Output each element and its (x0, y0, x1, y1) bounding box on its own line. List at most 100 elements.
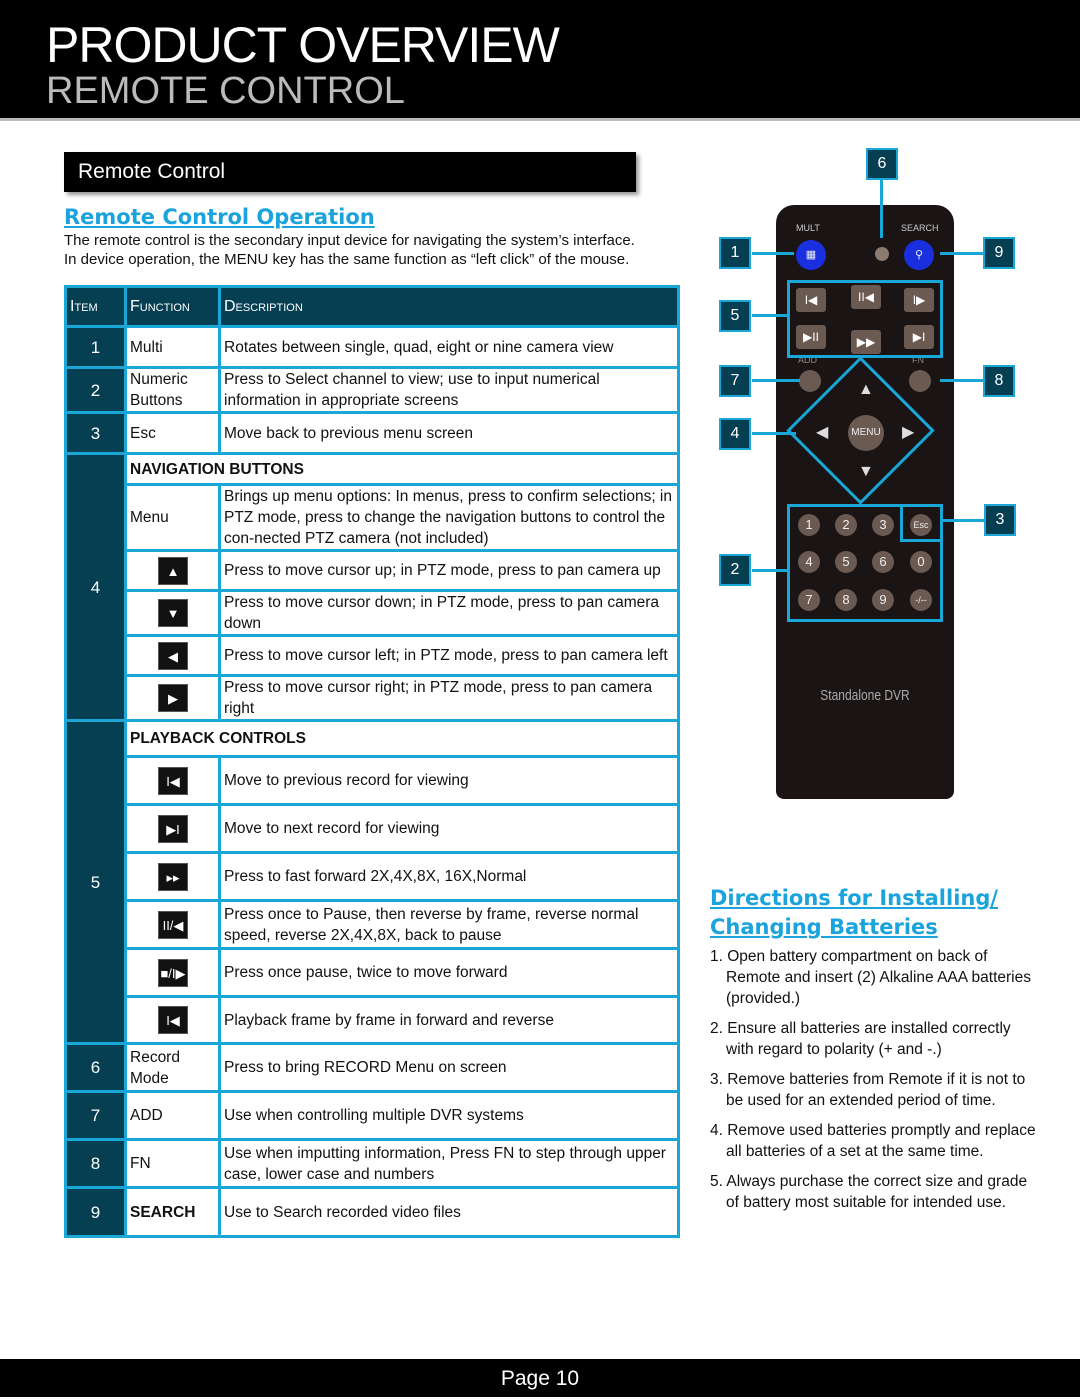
frame-icon: I◀ (158, 1006, 188, 1034)
esc-highlight (900, 504, 943, 542)
description: Move back to previous menu screen (218, 411, 680, 455)
function: FN (124, 1138, 221, 1189)
right-arrow-icon: ▶ (158, 684, 188, 712)
function: Multi (124, 325, 221, 369)
item-number: 6 (64, 1042, 127, 1093)
function: Menu (124, 483, 221, 552)
callout-6: 6 (866, 148, 898, 180)
previous-icon: I◀ (158, 766, 188, 795)
col-description: Description (218, 285, 680, 328)
function: Esc (124, 411, 221, 455)
table-row: ▶I Move to next record for viewing (66, 803, 680, 854)
table-row: ◀ Press to move cursor left; in PTZ mode,… (66, 634, 680, 677)
callout-7: 7 (719, 365, 751, 397)
subheading: NAVIGATION BUTTONS (124, 452, 680, 486)
intro-line: In device operation, the MENU key has th… (64, 251, 630, 268)
page-header: PRODUCT OVERVIEW REMOTE CONTROL (0, 0, 1080, 121)
list-item: 3. Remove batteries from Remote if it is… (710, 1071, 1026, 1109)
description: Use when imputting information, Press FN… (218, 1138, 680, 1189)
multi-icon: ▦ (796, 240, 826, 270)
description: Brings up menu options: In menus, press … (218, 483, 680, 552)
playback-highlight (787, 280, 943, 358)
heading-line: Changing Batteries (710, 915, 938, 939)
table-row: 4 NAVIGATION BUTTONS (64, 452, 680, 722)
left-arrow-icon: ◀ (158, 641, 188, 670)
item-number: 7 (64, 1090, 127, 1141)
page-subtitle: REMOTE CONTROL (46, 70, 405, 112)
item-number: 4 (64, 452, 127, 722)
table-row: ■/I▶ Press once pause, twice to move forw… (66, 947, 680, 998)
down-arrow-icon: ▼ (158, 599, 188, 627)
description: Press to move cursor up; in PTZ mode, pr… (218, 549, 680, 592)
fast-forward-icon: ▸▸ (158, 862, 188, 891)
description: Press to bring RECORD Menu on screen (218, 1042, 680, 1093)
subheading: PLAYBACK CONTROLS (124, 719, 680, 758)
description: Press once to Pause, then reverse by fra… (218, 899, 680, 950)
brand-label: Standalone DVR (820, 687, 910, 704)
next-icon: ▶I (158, 814, 188, 843)
item-number: 2 (64, 366, 127, 414)
table-row: ▲ Press to move cursor up; in PTZ mode, p… (66, 549, 680, 592)
description: Press to fast forward 2X,4X,8X, 16X,Norm… (218, 851, 680, 902)
heading-line: Directions for Installing/ (710, 886, 999, 910)
item-number: 5 (64, 719, 127, 1045)
table-row: ▼ Press to move cursor down; in PTZ mode,… (66, 589, 680, 637)
col-function: Function (124, 285, 221, 328)
description: Press to move cursor right; in PTZ mode,… (218, 674, 680, 722)
description: Playback frame by frame in forward and r… (218, 995, 680, 1045)
description: Press to move cursor down; in PTZ mode, … (218, 589, 680, 637)
table-row: 2 Numeric Buttons Press to Select channel … (64, 366, 680, 414)
item-number: 1 (64, 325, 127, 369)
description: Move to next record for viewing (218, 803, 680, 854)
record-icon (875, 247, 889, 261)
table-row: I◀ Move to previous record for viewing (66, 755, 680, 806)
table-row: 8 FN Use when imputting information, Press… (64, 1138, 680, 1189)
function: Record Mode (124, 1042, 221, 1093)
table-row: 6 Record Mode Press to bring RECORD Menu o… (64, 1042, 680, 1093)
table-header: Item Function Description (64, 285, 680, 328)
table-row: 5 PLAYBACK CONTROLS (64, 719, 680, 1045)
list-item: 4. Remove used batteries promptly and re… (710, 1122, 1036, 1160)
table-row: Menu Brings up menu options: In menus, pr… (66, 483, 680, 552)
callout-5: 5 (719, 300, 751, 332)
description: Rotates between single, quad, eight or n… (218, 325, 680, 369)
item-number: 9 (64, 1186, 127, 1238)
pause-forward-icon: ■/I▶ (158, 958, 188, 987)
fn-button-icon (909, 370, 931, 392)
table-row: 9 SEARCH Use to Search recorded video file… (64, 1186, 680, 1238)
intro-text: The remote control is the secondary inpu… (64, 231, 704, 269)
operation-heading: Remote Control Operation (64, 205, 375, 229)
table-row: 3 Esc Move back to previous menu screen (64, 411, 680, 455)
description: Press to Select channel to view; use to … (218, 366, 680, 414)
pause-reverse-icon: II/◀ (158, 910, 188, 939)
callout-4: 4 (719, 418, 751, 450)
search-label: SEARCH (901, 223, 939, 233)
description: Use to Search recorded video files (218, 1186, 680, 1238)
table-row: 7 ADD Use when controlling multiple DVR sy… (64, 1090, 680, 1141)
add-button-icon (799, 370, 821, 392)
item-number: 3 (64, 411, 127, 455)
intro-line: The remote control is the secondary inpu… (64, 232, 635, 249)
list-item: 5. Always purchase the correct size and … (710, 1173, 1028, 1211)
page-title: PRODUCT OVERVIEW (46, 17, 560, 73)
batteries-heading: Directions for Installing/ Changing Batt… (710, 884, 998, 942)
callout-9: 9 (983, 237, 1015, 269)
table-row: 1 Multi Rotates between single, quad, eigh… (64, 325, 680, 369)
table-row: ▶ Press to move cursor right; in PTZ mode… (66, 674, 680, 722)
list-item: 2. Ensure all batteries are installed co… (710, 1020, 1011, 1058)
search-icon: ⚲ (904, 240, 934, 270)
table-row: ▸▸ Press to fast forward 2X,4X,8X, 16X,No… (66, 851, 680, 902)
page-number: Page 10 (0, 1359, 1080, 1397)
item-number: 8 (64, 1138, 127, 1189)
mult-label: MULT (796, 223, 820, 233)
callout-1: 1 (719, 237, 751, 269)
up-arrow-icon: ▲ (158, 556, 188, 585)
description: Press to move cursor left; in PTZ mode, … (218, 634, 680, 677)
description: Move to previous record for viewing (218, 755, 680, 806)
description: Press once pause, twice to move forward (218, 947, 680, 998)
table-row: I◀ Playback frame by frame in forward and… (66, 995, 680, 1045)
function: SEARCH (124, 1186, 221, 1238)
callout-8: 8 (983, 365, 1015, 397)
callout-2: 2 (719, 554, 751, 586)
function: ADD (124, 1090, 221, 1141)
